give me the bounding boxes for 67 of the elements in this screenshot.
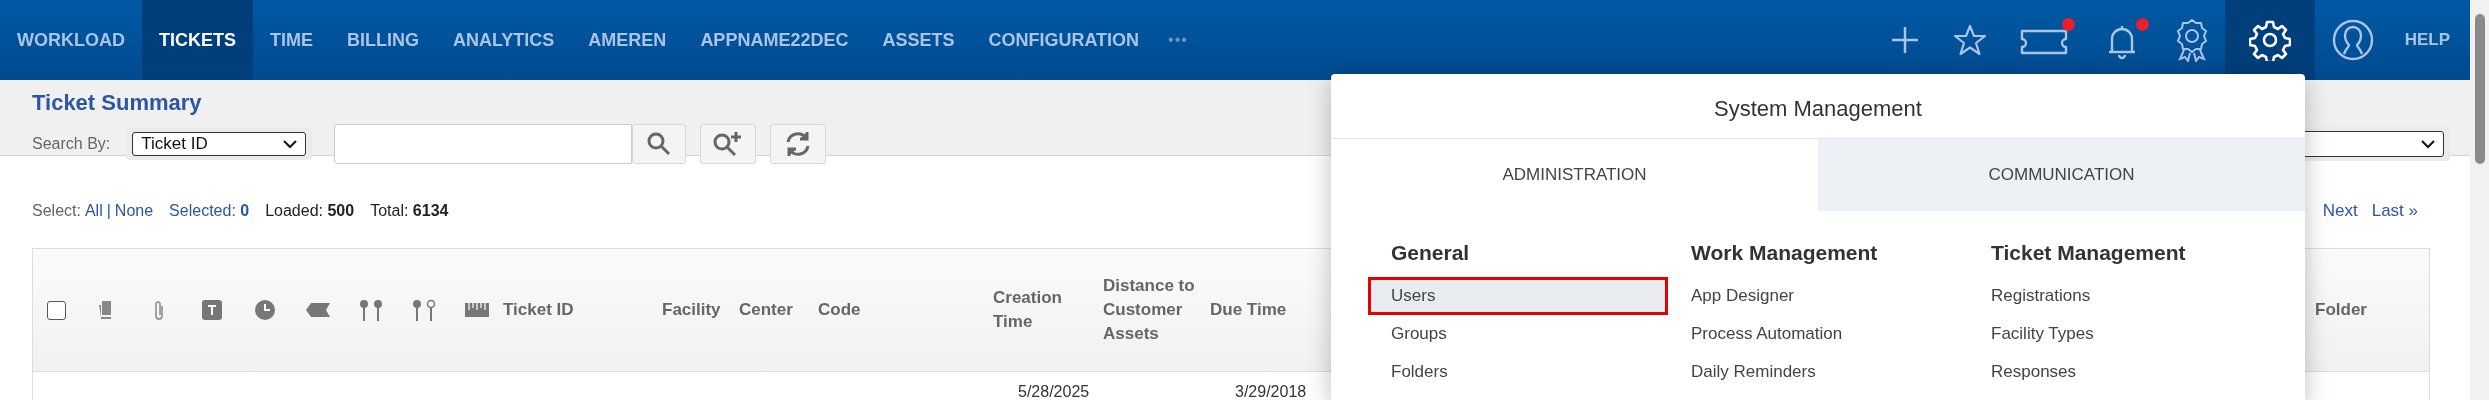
column-header[interactable]: Center xyxy=(739,298,793,322)
select-none-link[interactable]: None xyxy=(114,202,154,220)
clock-icon xyxy=(254,300,275,320)
menu-item[interactable]: Registrations xyxy=(1968,277,2268,315)
nav-tab[interactable]: ANALYTICS xyxy=(436,0,572,80)
section-heading: General xyxy=(1390,241,1471,265)
column-header[interactable]: Code xyxy=(818,298,861,322)
search-by-label: Search By: xyxy=(32,135,111,153)
pagination-link[interactable]: Last » xyxy=(2371,201,2418,221)
nav-tab[interactable]: ASSETS xyxy=(865,0,972,80)
pin-pair-icon xyxy=(411,298,436,322)
separator: | xyxy=(106,202,111,220)
column-header[interactable]: Ticket ID xyxy=(503,298,574,322)
menu-item[interactable]: Folders xyxy=(1368,353,1668,391)
select-all-checkbox[interactable] xyxy=(47,300,66,320)
nav-tab[interactable]: BILLING xyxy=(330,0,436,80)
selected-count: Selected: 0 xyxy=(169,202,250,220)
menu-item[interactable]: Daily Reminders xyxy=(1668,353,1968,391)
column-header[interactable]: Folder xyxy=(2315,298,2367,322)
column-header[interactable]: Creation Time xyxy=(993,286,1095,334)
menu-item[interactable]: Process Automation xyxy=(1668,315,1968,353)
nav-tab[interactable]: APPNAME22DEC xyxy=(683,0,866,80)
table-cell: 3/29/2018 xyxy=(1235,383,1307,400)
search-by-select[interactable]: Ticket ID xyxy=(132,132,307,156)
tag-icon xyxy=(305,303,330,317)
search-field[interactable] xyxy=(334,124,633,164)
refresh-button[interactable] xyxy=(770,124,827,164)
table-cell: 5/28/2025 xyxy=(1018,383,1090,400)
notification-dot xyxy=(2135,18,2149,31)
settings-icon xyxy=(2248,19,2291,61)
section-heading: Work Management xyxy=(1690,241,1879,265)
award-icon xyxy=(2174,18,2209,62)
column-header[interactable]: Facility xyxy=(662,298,721,322)
chevron-down-icon xyxy=(283,139,298,149)
settings-button[interactable] xyxy=(2224,0,2315,80)
total-count: Total: 6134 xyxy=(370,202,449,220)
pins-icon xyxy=(358,298,383,322)
section-heading: Ticket Management xyxy=(1990,241,2187,265)
menu-tab[interactable]: COMMUNICATION xyxy=(1818,139,2305,211)
advanced-search-button[interactable] xyxy=(700,124,757,164)
menu-item[interactable]: Facility Types xyxy=(1968,315,2268,353)
chevron-down-icon xyxy=(2421,139,2435,149)
star-icon xyxy=(1952,24,1987,56)
letter-tile-icon xyxy=(201,300,222,320)
nav-tab[interactable]: TICKETS xyxy=(142,0,253,80)
select-all-link[interactable]: All xyxy=(84,202,103,220)
loaded-count: Loaded: 500 xyxy=(265,202,355,220)
menu-item[interactable]: App Designer xyxy=(1668,277,1968,315)
nav-tab[interactable]: WORKLOAD xyxy=(0,0,142,80)
menu-item[interactable]: Responses xyxy=(1968,353,2268,391)
column-header[interactable]: Due Time xyxy=(1210,298,1287,322)
menu-item[interactable]: Users xyxy=(1368,277,1668,315)
menu-item[interactable]: Groups xyxy=(1368,315,1668,353)
select-label: Select: xyxy=(32,202,81,220)
nav-tab[interactable]: AMEREN xyxy=(571,0,684,80)
nav-tab[interactable]: TIME xyxy=(253,0,330,80)
user-avatar-icon xyxy=(2330,18,2375,62)
search-icon xyxy=(646,131,673,157)
page-title: Ticket Summary xyxy=(32,90,202,116)
paperclip-icon xyxy=(152,299,165,321)
search-button[interactable] xyxy=(632,124,687,164)
notification-dot xyxy=(2061,18,2075,31)
pagination-link[interactable]: Next xyxy=(2322,201,2358,221)
ruler-icon xyxy=(464,303,489,317)
nav-tab[interactable]: CONFIGURATION xyxy=(971,0,1157,80)
help-link[interactable]: HELP xyxy=(2390,0,2470,80)
column-header[interactable]: Distance to Customer Assets xyxy=(1103,274,1202,346)
